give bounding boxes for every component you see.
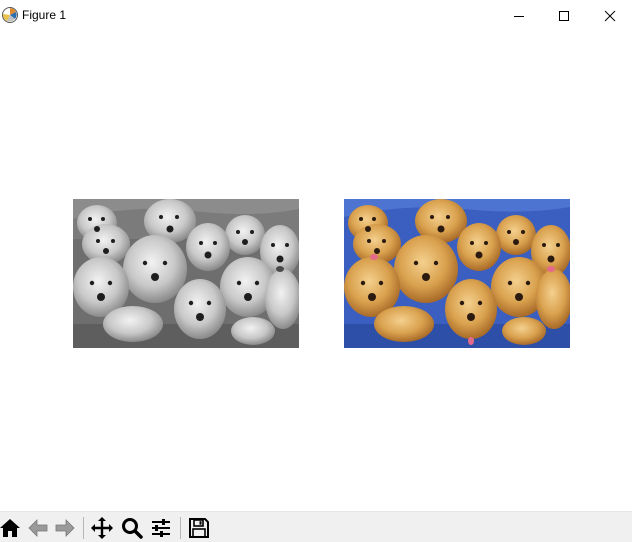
- close-icon: [604, 10, 616, 21]
- grayscale-puppies-image: [73, 199, 299, 348]
- minimize-icon: [514, 15, 524, 17]
- matplotlib-icon: [2, 7, 18, 23]
- subplot-color-image: [344, 199, 570, 348]
- save-button[interactable]: [187, 516, 211, 540]
- toolbar-separator: [83, 517, 84, 539]
- maximize-button[interactable]: [541, 0, 587, 31]
- forward-button[interactable]: [53, 516, 77, 540]
- save-icon: [189, 518, 209, 538]
- configure-subplots-icon: [152, 519, 170, 537]
- maximize-icon: [559, 10, 569, 21]
- toolbar-separator: [180, 517, 181, 539]
- window-title: Figure 1: [22, 8, 67, 22]
- forward-icon: [55, 519, 75, 537]
- window-title-bar: Figure 1: [0, 0, 632, 31]
- subplot-grayscale-image: [73, 199, 299, 348]
- zoom-button[interactable]: [120, 516, 144, 540]
- close-button[interactable]: [587, 0, 632, 31]
- figure-canvas[interactable]: [0, 31, 632, 511]
- back-button[interactable]: [26, 516, 50, 540]
- color-puppies-image: [344, 199, 570, 348]
- home-icon: [0, 519, 20, 537]
- configure-subplots-button[interactable]: [149, 516, 173, 540]
- pan-icon: [91, 517, 113, 539]
- back-icon: [28, 519, 48, 537]
- pan-button[interactable]: [90, 516, 114, 540]
- navigation-toolbar: [0, 511, 632, 542]
- zoom-icon: [122, 518, 143, 539]
- minimize-button[interactable]: [496, 0, 542, 31]
- home-button[interactable]: [0, 516, 22, 540]
